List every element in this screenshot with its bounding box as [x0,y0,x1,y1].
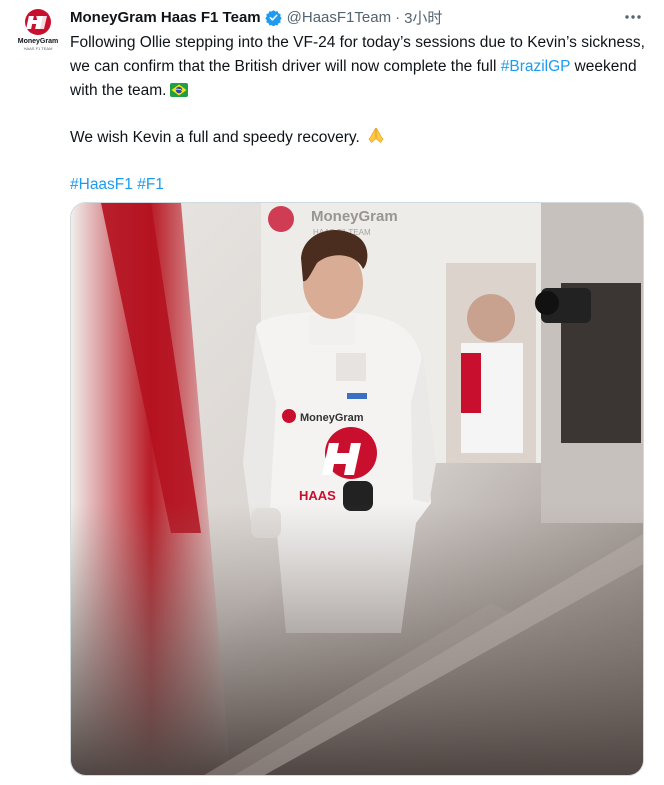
tweet[interactable]: MoneyGram HAAS F1 TEAM MoneyGram Haas F1… [0,0,664,785]
brazil-flag-emoji [169,81,188,105]
avatar-text: MoneyGram [18,38,58,45]
suit-brand: MoneyGram [300,412,364,424]
hashtag-haasf1[interactable]: #HaasF1 [70,176,133,193]
author-handle[interactable]: @HaasF1Team [287,9,391,26]
folded-hands-emoji [367,126,385,152]
tweet-paragraph-2: We wish Kevin a full and speedy recovery… [70,126,645,152]
tweet-photo[interactable]: MoneyGram HAAS F1 TEAM HAAS MoneyGram [70,202,644,776]
separator-dot: · [395,8,401,26]
tweet-text: Following Ollie stepping into the VF-24 … [70,31,645,197]
hashtags: #HaasF1 #F1 [70,173,645,197]
tweet-content: MoneyGram Haas F1 Team @HaasF1Team · 3小时… [70,6,645,197]
hashtag-brazilgp[interactable]: #BrazilGP [501,58,571,75]
tweet-header: MoneyGram Haas F1 Team @HaasF1Team · 3小时 [70,6,645,28]
more-options-icon[interactable] [621,8,645,26]
tweet-paragraph-1: Following Ollie stepping into the VF-24 … [70,31,645,105]
timestamp[interactable]: 3小时 [404,7,442,28]
banner-moneygram: MoneyGram [311,208,398,225]
avatar-subtext: HAAS F1 TEAM [24,46,53,51]
avatar[interactable]: MoneyGram HAAS F1 TEAM [14,6,62,54]
suit-logo: HAAS [299,488,336,503]
author-name[interactable]: MoneyGram Haas F1 Team [70,9,261,26]
verified-badge-icon [264,9,282,26]
hashtag-f1[interactable]: #F1 [137,176,164,193]
photo-illustration: MoneyGram HAAS F1 TEAM HAAS MoneyGram [71,203,643,775]
